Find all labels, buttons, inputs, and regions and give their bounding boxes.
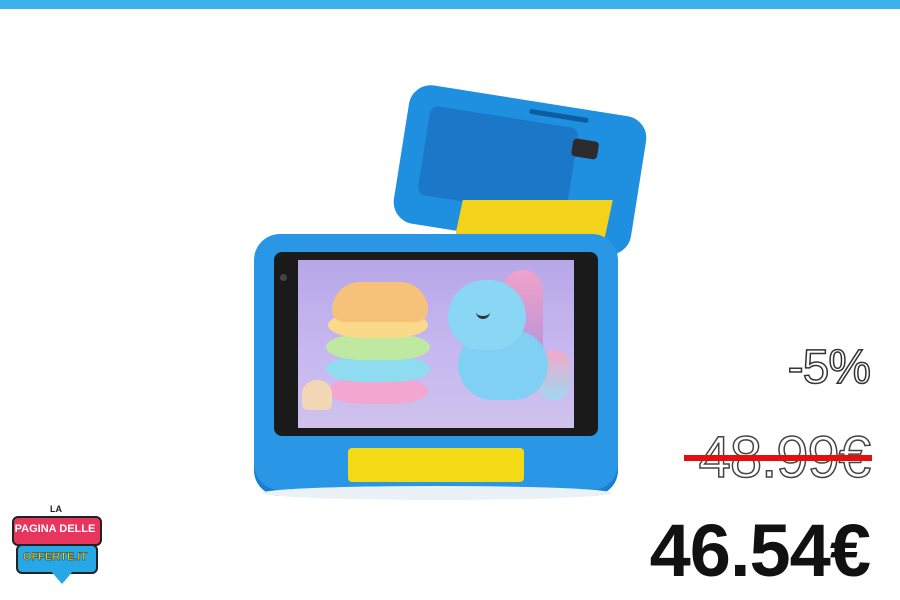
old-price-strikethrough xyxy=(684,455,872,461)
tablet-front-view xyxy=(254,234,618,496)
cupcake-illustration xyxy=(302,380,332,410)
tablet-handle xyxy=(348,448,524,482)
camera-icon xyxy=(570,138,600,160)
logo-line-3: OFFERTE.IT xyxy=(22,551,88,563)
front-camera-icon xyxy=(280,274,287,281)
logo-line-1: LA xyxy=(50,504,62,514)
logo-line-2: PAGINA DELLE xyxy=(14,523,96,535)
new-price: 46.54€ xyxy=(649,509,871,592)
top-accent-bar xyxy=(0,0,900,9)
discount-label: -5% xyxy=(787,340,872,395)
tablet-screen xyxy=(298,260,574,428)
brand-logo: LA PAGINA DELLE OFFERTE.IT xyxy=(10,504,102,594)
